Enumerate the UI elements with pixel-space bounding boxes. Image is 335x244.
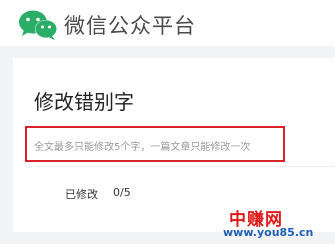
brand-name[interactable]: 微信公众平台: [64, 10, 196, 40]
wechat-logo-icon[interactable]: [18, 9, 58, 41]
edit-count-value: 0/5: [113, 186, 131, 199]
watermark-url: www.you85.cn: [223, 226, 314, 239]
top-header: 微信公众平台: [0, 0, 335, 46]
notice-text: 全文最多只能修改5个字，一篇文章只能修改一次: [34, 142, 251, 153]
page-title: 修改错别字: [34, 90, 134, 114]
edit-status-label: 已修改: [65, 188, 98, 201]
